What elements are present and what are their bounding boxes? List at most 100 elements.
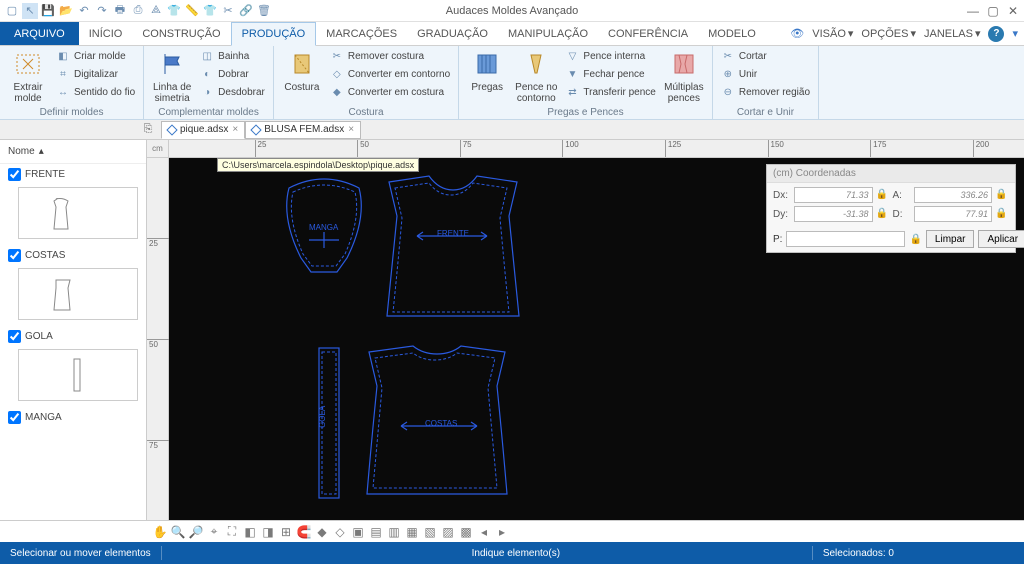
pregas-button[interactable]: Pregas	[467, 48, 507, 93]
tab-producao[interactable]: PRODUÇÃO	[231, 22, 317, 46]
fechar-pence-button[interactable]: ▼Fechar pence	[565, 66, 655, 82]
tool-a-icon[interactable]: ◧	[242, 524, 258, 540]
tab-conferencia[interactable]: CONFERÊNCIA	[598, 22, 698, 45]
qat-link-icon[interactable]: 🔗	[238, 3, 254, 19]
doctab-close-icon[interactable]: ×	[232, 124, 238, 135]
sidebar-header[interactable]: Nome ▴	[0, 140, 146, 164]
tool-j-icon[interactable]: ▨	[440, 524, 456, 540]
multiplas-pences-button[interactable]: Múltiplas pences	[664, 48, 704, 104]
remover-regiao-button[interactable]: ⊖Remover região	[721, 84, 810, 100]
visao-dropdown[interactable]: VISÃO ▾	[812, 27, 853, 40]
a-lock-icon[interactable]: 🔒	[995, 189, 1007, 201]
qat-cut-icon[interactable]: ✂	[220, 3, 236, 19]
sentido-fio-button[interactable]: ↔Sentido do fio	[56, 84, 135, 100]
sidebar-check[interactable]	[8, 249, 21, 262]
tab-construcao[interactable]: CONSTRUÇÃO	[132, 22, 230, 45]
opcoes-dropdown[interactable]: OPÇÕES ▾	[861, 27, 916, 40]
snap-icon[interactable]: ⊞	[278, 524, 294, 540]
aplicar-button[interactable]: Aplicar	[978, 230, 1024, 248]
tool-i-icon[interactable]: ▧	[422, 524, 438, 540]
sidebar-item-costas[interactable]: COSTAS	[0, 245, 146, 266]
doctab-blusa[interactable]: BLUSA FEM.adsx ×	[245, 121, 361, 139]
qat-print-icon[interactable]: 🖶	[112, 3, 128, 19]
tab-modelo[interactable]: MODELO	[698, 22, 766, 45]
qat-trash-icon[interactable]: 🗑	[256, 3, 272, 19]
linha-simetria-button[interactable]: Linha de simetria	[152, 48, 192, 104]
d-lock-icon[interactable]: 🔒	[995, 208, 1007, 220]
sidebar-check[interactable]	[8, 411, 21, 424]
doctab-pique[interactable]: pique.adsx ×	[161, 121, 245, 139]
zoom-window-icon[interactable]: ⌖	[206, 524, 222, 540]
qat-undo-icon[interactable]: ↶	[76, 3, 92, 19]
next-icon[interactable]: ▸	[494, 524, 510, 540]
qat-tool1-icon[interactable]: ⎙	[130, 3, 146, 19]
tool-g-icon[interactable]: ▥	[386, 524, 402, 540]
bainha-button[interactable]: ◫Bainha	[200, 48, 265, 64]
zoom-fit-icon[interactable]: ⛶	[224, 524, 240, 540]
tool-e-icon[interactable]: ▣	[350, 524, 366, 540]
sidebar-item-frente[interactable]: FRENTE	[0, 164, 146, 185]
tab-graduacao[interactable]: GRADUAÇÃO	[407, 22, 498, 45]
qat-cursor-icon[interactable]: ↖	[22, 3, 38, 19]
desdobrar-button[interactable]: ◑Desdobrar	[200, 84, 265, 100]
tab-manipulacao[interactable]: MANIPULAÇÃO	[498, 22, 598, 45]
tool-d-icon[interactable]: ◇	[332, 524, 348, 540]
tab-marcacoes[interactable]: MARCAÇÕES	[316, 22, 407, 45]
digitalizar-button[interactable]: ⌗Digitalizar	[56, 66, 135, 82]
tool-f-icon[interactable]: ▤	[368, 524, 384, 540]
qat-shirt-icon[interactable]: 👕	[166, 3, 182, 19]
tool-c-icon[interactable]: ◆	[314, 524, 330, 540]
dy-lock-icon[interactable]: 🔒	[876, 208, 888, 220]
dx-input[interactable]	[794, 187, 873, 203]
criar-molde-button[interactable]: ◧Criar molde	[56, 48, 135, 64]
transferir-pence-button[interactable]: ⇄Transferir pence	[565, 84, 655, 100]
help-dropdown-icon[interactable]: ▾	[1012, 27, 1018, 40]
p-lock-icon[interactable]: 🔒	[909, 234, 921, 245]
p-input[interactable]	[786, 231, 905, 247]
remover-costura-button[interactable]: ✂Remover costura	[330, 48, 450, 64]
pan-icon[interactable]: ✋	[152, 524, 168, 540]
qat-save-icon[interactable]: 💾	[40, 3, 56, 19]
qat-open-icon[interactable]: 📂	[58, 3, 74, 19]
sidebar-check[interactable]	[8, 330, 21, 343]
qat-ruler-icon[interactable]: 📏	[184, 3, 200, 19]
magnet-icon[interactable]: 🧲	[296, 524, 312, 540]
zoom-out-icon[interactable]: 🔎	[188, 524, 204, 540]
window-close-icon[interactable]: ✕	[1006, 4, 1020, 18]
cortar-button[interactable]: ✂Cortar	[721, 48, 810, 64]
qat-new-icon[interactable]: ▢	[4, 3, 20, 19]
dy-input[interactable]	[794, 206, 873, 222]
qat-redo-icon[interactable]: ↷	[94, 3, 110, 19]
tool-h-icon[interactable]: ▦	[404, 524, 420, 540]
file-tab[interactable]: ARQUIVO	[0, 22, 79, 45]
costura-button[interactable]: Costura	[282, 48, 322, 93]
help-icon[interactable]: ?	[988, 26, 1004, 42]
converter-costura-button[interactable]: ◆Converter em costura	[330, 84, 450, 100]
tab-inicio[interactable]: INÍCIO	[79, 22, 133, 45]
sidebar-thumb-frente[interactable]	[18, 187, 138, 239]
extrair-molde-button[interactable]: Extrair molde	[8, 48, 48, 104]
tool-b-icon[interactable]: ◨	[260, 524, 276, 540]
unir-button[interactable]: ⊕Unir	[721, 66, 810, 82]
dobrar-button[interactable]: ◐Dobrar	[200, 66, 265, 82]
tool-k-icon[interactable]: ▩	[458, 524, 474, 540]
sidebar-thumb-costas[interactable]	[18, 268, 138, 320]
limpar-button[interactable]: Limpar	[926, 230, 975, 248]
janelas-dropdown[interactable]: JANELAS ▾	[924, 27, 980, 40]
converter-contorno-button[interactable]: ◇Converter em contorno	[330, 66, 450, 82]
window-minimize-icon[interactable]: —	[966, 4, 980, 18]
a-input[interactable]	[914, 187, 993, 203]
zoom-in-icon[interactable]: 🔍	[170, 524, 186, 540]
sidebar-item-manga[interactable]: MANGA	[0, 407, 146, 428]
pence-contorno-button[interactable]: Pence no contorno	[515, 48, 557, 104]
d-input[interactable]	[914, 206, 993, 222]
window-maximize-icon[interactable]: ▢	[986, 4, 1000, 18]
qat-tshirt-icon[interactable]: 👕	[202, 3, 218, 19]
prev-icon[interactable]: ◂	[476, 524, 492, 540]
qat-hanger-icon[interactable]: ⟁	[148, 3, 164, 19]
panel-toggle-icon[interactable]: ⎘	[139, 121, 157, 139]
doctab-close-icon[interactable]: ×	[348, 124, 354, 135]
dx-lock-icon[interactable]: 🔒	[876, 189, 888, 201]
pence-interna-button[interactable]: ▽Pence interna	[565, 48, 655, 64]
sidebar-thumb-gola[interactable]	[18, 349, 138, 401]
